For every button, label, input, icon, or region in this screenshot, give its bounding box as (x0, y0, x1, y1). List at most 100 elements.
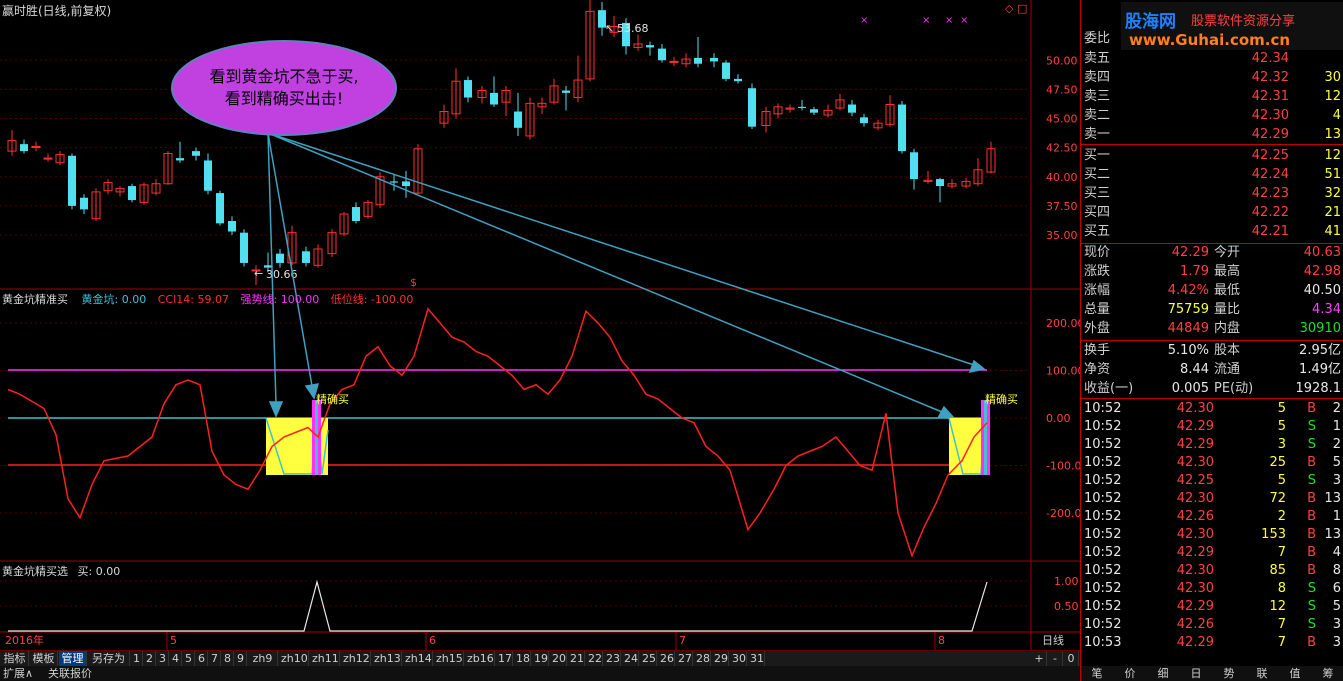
toolbar-item[interactable]: zh10 (279, 651, 309, 667)
toolbar-item[interactable]: 28 (694, 651, 711, 667)
toolbar-zoom-button[interactable]: - (1048, 651, 1063, 667)
toolbar-item[interactable]: 另存为 (88, 651, 130, 667)
tick-count: 4 (1332, 545, 1341, 560)
toolbar-item[interactable]: 29 (712, 651, 729, 667)
tick-price: 42.26 (1176, 617, 1214, 632)
tick-time: 10:52 (1084, 581, 1122, 596)
tick-volume: 2 (1277, 509, 1286, 524)
ask-price: 42.30 (1251, 108, 1289, 123)
bid-volume: 41 (1324, 224, 1341, 239)
tick-row: 10:52 42.30 5 B 2 (1081, 400, 1343, 418)
tick-price: 42.30 (1176, 581, 1214, 596)
svg-text:×: × (922, 15, 930, 26)
toolbar-item[interactable]: 31 (748, 651, 765, 667)
ask-label: 卖二 (1084, 108, 1111, 123)
tick-price: 42.29 (1176, 437, 1214, 452)
price-tick: 50.00 (1046, 54, 1078, 67)
fundamental-row: 净资 8.44 流通 1.49亿 (1081, 361, 1343, 379)
quote-value: 42.29 (1171, 245, 1209, 260)
tick-volume: 12 (1269, 599, 1286, 614)
quote-label: 最高 (1214, 264, 1241, 279)
period-label[interactable]: 日线 (1042, 633, 1064, 647)
toolbar-item[interactable]: 21 (568, 651, 585, 667)
tick-side: B (1307, 509, 1316, 524)
toolbar-item[interactable]: 管理 (59, 651, 87, 667)
toolbar-item[interactable]: 1 (131, 651, 143, 667)
bid-row: 买二 42.24 51 (1081, 166, 1343, 184)
quote-row: 外盘 44849 内盘 30910 (1081, 320, 1343, 338)
panel-tab[interactable]: 值 (1279, 666, 1311, 681)
toolbar-item[interactable]: 25 (640, 651, 657, 667)
toolbar-item[interactable]: 19 (532, 651, 549, 667)
panel-tab[interactable]: 细 (1147, 666, 1179, 681)
toolbar-item[interactable]: 23 (604, 651, 621, 667)
tick-volume: 3 (1277, 437, 1286, 452)
ask-label: 卖一 (1084, 127, 1111, 142)
tick-row: 10:52 42.29 7 B 4 (1081, 544, 1343, 562)
tick-volume: 72 (1269, 491, 1286, 506)
panel-tab[interactable]: 笔 (1081, 666, 1113, 681)
toolbar-item[interactable]: zb16 (465, 651, 495, 667)
toolbar-item[interactable]: 26 (658, 651, 675, 667)
bid-row: 买四 42.22 21 (1081, 204, 1343, 222)
toolbar-item[interactable]: 27 (676, 651, 693, 667)
logo-slogan: 股票软件资源分享 (1191, 14, 1296, 29)
tick-price: 42.29 (1176, 599, 1214, 614)
tick-side: B (1307, 491, 1316, 506)
bid-price: 42.22 (1251, 205, 1289, 220)
buy-signal-bars-2 (981, 400, 990, 475)
tick-volume: 5 (1277, 473, 1286, 488)
panel-tab[interactable]: 筹 (1312, 666, 1343, 681)
related-quote-button[interactable]: 关联报价 (48, 666, 92, 681)
toolbar-item[interactable]: 指标 (1, 651, 29, 667)
bottom-toolbar: 指标 模板 管理 另存为 1 2 3 4 5 6 7 8 9 zh9 zh10 zh11 zh12 zh13 zh1… (0, 650, 1080, 667)
toolbar-item[interactable]: zh15 (434, 651, 464, 667)
toolbar-item[interactable]: zh9 (248, 651, 278, 667)
candle (68, 153, 76, 210)
toolbar-item[interactable]: 5 (183, 651, 195, 667)
panel-tab[interactable]: 联 (1246, 666, 1278, 681)
toolbar-item[interactable]: 8 (222, 651, 234, 667)
toolbar-item[interactable]: 17 (496, 651, 513, 667)
fundamental-label: 换手 (1084, 343, 1111, 358)
toolbar-item[interactable]: 模板 (30, 651, 58, 667)
ask-label: 卖五 (1084, 51, 1111, 66)
candle (748, 83, 756, 129)
toolbar-item[interactable]: 24 (622, 651, 639, 667)
expand-button[interactable]: 扩展∧ (3, 666, 33, 681)
toolbar-item[interactable]: 22 (586, 651, 603, 667)
window-control-icons[interactable]: ◇ □ (1005, 2, 1027, 15)
ask-row: 卖五 42.34 (1081, 50, 1343, 68)
toolbar-item[interactable]: 18 (514, 651, 531, 667)
callout-line-1: 看到黄金坑不急于买, (209, 67, 358, 86)
toolbar-item[interactable]: zh14 (403, 651, 433, 667)
toolbar-item[interactable]: 4 (170, 651, 182, 667)
toolbar-item[interactable]: 30 (730, 651, 747, 667)
toolbar-item[interactable]: 20 (550, 651, 567, 667)
toolbar-item[interactable]: 7 (209, 651, 221, 667)
fundamental-value: 1.49亿 (1299, 362, 1341, 377)
indicator2-value: 买: 0.00 (77, 565, 121, 578)
tick-row: 10:52 42.26 2 B 1 (1081, 508, 1343, 526)
panel-tab[interactable]: 势 (1213, 666, 1245, 681)
toolbar-item[interactable]: 6 (196, 651, 208, 667)
chart-area[interactable]: 50.0047.5045.0042.5040.0037.5035.00 ↖ 53… (0, 0, 1080, 650)
quote-value: 44849 (1167, 321, 1209, 336)
toolbar-item[interactable]: zh12 (341, 651, 371, 667)
fundamental-row: 换手 5.10% 股本 2.95亿 (1081, 342, 1343, 360)
toolbar-item[interactable]: zh13 (372, 651, 402, 667)
tick-row: 10:52 42.25 5 S 3 (1081, 472, 1343, 490)
bid-price: 42.23 (1251, 186, 1289, 201)
panel-tab[interactable]: 价 (1114, 666, 1146, 681)
toolbar-item[interactable]: 3 (157, 651, 169, 667)
toolbar-zoom-button[interactable]: + (1032, 651, 1047, 667)
toolbar-item[interactable]: 9 (235, 651, 247, 667)
panel-tab[interactable]: 日 (1180, 666, 1212, 681)
bid-row: 买五 42.21 41 (1081, 223, 1343, 241)
svg-text:◇: ◇ (1005, 2, 1014, 15)
toolbar-item[interactable]: 2 (144, 651, 156, 667)
toolbar-item[interactable]: zh11 (310, 651, 340, 667)
tick-price: 42.26 (1176, 509, 1214, 524)
toolbar-zoom-button[interactable]: 0 (1064, 651, 1079, 667)
tick-row: 10:52 42.30 25 B 5 (1081, 454, 1343, 472)
